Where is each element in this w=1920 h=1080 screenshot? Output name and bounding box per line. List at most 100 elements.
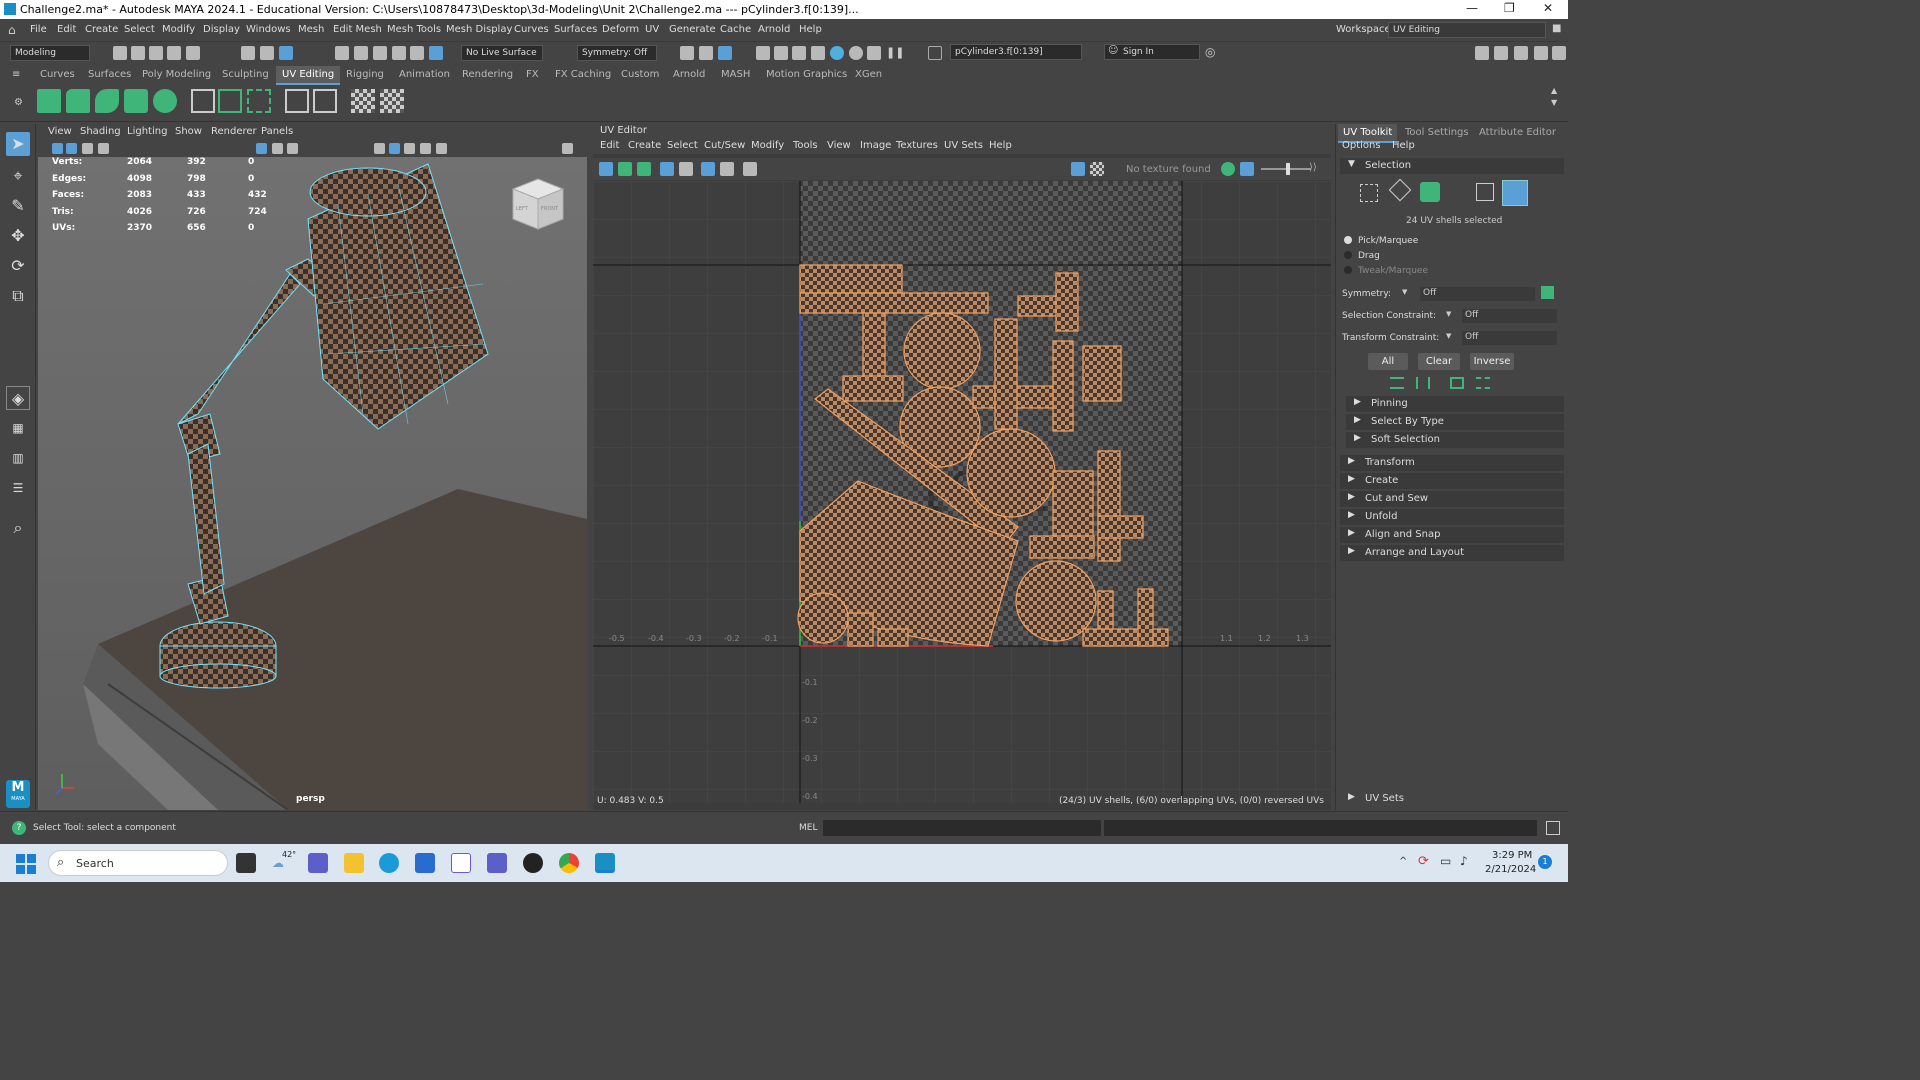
shelf-tab-fx[interactable]: FX bbox=[526, 69, 539, 80]
grid-toggle-icon[interactable] bbox=[256, 143, 267, 154]
uv-canvas[interactable]: 1001 bbox=[593, 181, 1331, 803]
shelf-tab-xgen[interactable]: XGen bbox=[855, 69, 882, 80]
live-surface-field[interactable]: No Live Surface bbox=[461, 45, 543, 61]
select-uv-icon[interactable] bbox=[1476, 183, 1494, 201]
uv-remove-isolate-icon[interactable] bbox=[637, 162, 651, 176]
shelf-tab-rendering[interactable]: Rendering bbox=[462, 69, 513, 80]
selection-constraint-value[interactable]: Off bbox=[1462, 309, 1557, 323]
menu-deform[interactable]: Deform bbox=[602, 24, 639, 35]
layout-uv-icon[interactable] bbox=[285, 89, 309, 113]
select-uv-shell-icon[interactable] bbox=[1360, 184, 1378, 202]
transform-constraint-value[interactable]: Off bbox=[1462, 331, 1557, 345]
minimize-button[interactable]: — bbox=[1466, 1, 1478, 15]
panel-menu-help[interactable]: Help bbox=[1392, 140, 1415, 151]
panel-menu-options[interactable]: Options bbox=[1342, 140, 1381, 151]
shelf-options-icon[interactable]: ⚙ bbox=[14, 97, 23, 108]
select-face-icon[interactable] bbox=[1420, 182, 1440, 202]
section-cut-and-sew[interactable]: ▶ Cut and Sew bbox=[1340, 491, 1564, 507]
shelf-tab-custom[interactable]: Custom bbox=[621, 69, 659, 80]
radio-pick-marquee[interactable] bbox=[1344, 236, 1352, 244]
unfold-icon[interactable] bbox=[247, 89, 271, 113]
maya-taskbar-icon[interactable] bbox=[595, 853, 615, 873]
lighting-icon[interactable] bbox=[436, 143, 447, 154]
tab-tool-settings[interactable]: Tool Settings bbox=[1405, 127, 1469, 138]
menu-cache[interactable]: Cache bbox=[720, 24, 751, 35]
menu-edit-mesh[interactable]: Edit Mesh bbox=[333, 24, 382, 35]
clock-time[interactable]: 3:29 PM bbox=[1492, 850, 1532, 861]
ipr-render-icon[interactable] bbox=[792, 46, 806, 60]
film-gate-icon[interactable] bbox=[272, 143, 283, 154]
select-shell-border-icon[interactable] bbox=[1476, 377, 1490, 389]
uv-layout[interactable]: 1001 bbox=[593, 181, 1331, 803]
menu-uv[interactable]: UV bbox=[645, 24, 659, 35]
shelf-tab-animation[interactable]: Animation bbox=[399, 69, 450, 80]
clock-date[interactable]: 2/21/2024 bbox=[1485, 864, 1536, 875]
workspace-layout-icon-2[interactable] bbox=[1494, 46, 1508, 60]
search-icon[interactable]: ⌕ bbox=[6, 516, 30, 540]
menu-display[interactable]: Display bbox=[203, 24, 240, 35]
optimize-icon[interactable] bbox=[313, 89, 337, 113]
shrink-selection-icon[interactable] bbox=[1416, 377, 1430, 389]
subsection-soft-selection[interactable]: ▶ Soft Selection bbox=[1346, 432, 1564, 448]
menu-windows[interactable]: Windows bbox=[246, 24, 291, 35]
new-scene-icon[interactable] bbox=[113, 46, 127, 60]
snap-surface-icon[interactable] bbox=[410, 46, 424, 60]
redo-icon[interactable] bbox=[186, 46, 200, 60]
task-view-icon[interactable] bbox=[236, 853, 256, 873]
section-uv-sets[interactable]: ▶ UV Sets bbox=[1340, 791, 1564, 807]
uv-menu-select[interactable]: Select bbox=[667, 140, 698, 151]
github-desktop-icon[interactable] bbox=[523, 853, 543, 873]
vp-menu-lighting[interactable]: Lighting bbox=[127, 126, 167, 137]
select-component-icon[interactable] bbox=[279, 46, 293, 60]
uv-menu-modify[interactable]: Modify bbox=[751, 140, 784, 151]
snap-point-icon[interactable] bbox=[373, 46, 387, 60]
help-online-icon[interactable]: ◎ bbox=[1205, 45, 1215, 59]
pause-icon[interactable]: ❚❚ bbox=[886, 46, 904, 60]
symmetry-pick-icon[interactable] bbox=[1541, 286, 1554, 299]
menu-mesh[interactable]: Mesh bbox=[298, 24, 324, 35]
four-view-layout-icon[interactable]: ▦ bbox=[6, 416, 30, 440]
uv-menu-image[interactable]: Image bbox=[860, 140, 891, 151]
close-button[interactable]: ✕ bbox=[1543, 1, 1553, 15]
section-create[interactable]: ▶ Create bbox=[1340, 473, 1564, 489]
uv-shaded-icon[interactable] bbox=[701, 162, 715, 176]
uv-menu-tools[interactable]: Tools bbox=[793, 140, 818, 151]
isolate-select-icon[interactable] bbox=[562, 143, 573, 154]
resolution-gate-icon[interactable] bbox=[287, 143, 298, 154]
menu-file[interactable]: File bbox=[30, 24, 47, 35]
perspective-viewport[interactable]: LEFT FRONT View Shading Lighting Show Re… bbox=[38, 124, 587, 810]
symmetry-dropdown[interactable]: Symmetry: Off bbox=[577, 45, 657, 61]
save-scene-icon[interactable] bbox=[149, 46, 163, 60]
subsection-pinning[interactable]: ▶ Pinning bbox=[1346, 396, 1564, 412]
lock-icon[interactable]: ■ bbox=[1552, 23, 1561, 34]
mode-dropdown[interactable]: Modeling bbox=[10, 45, 90, 61]
menu-edit[interactable]: Edit bbox=[57, 24, 76, 35]
symmetry-dropdown-arrow[interactable]: ▼ bbox=[1402, 288, 1407, 296]
grow-selection-icon[interactable] bbox=[1390, 377, 1404, 389]
menu-select[interactable]: Select bbox=[124, 24, 155, 35]
paint-select-tool-icon[interactable]: ✎ bbox=[6, 194, 30, 218]
shelf-scroll-down-icon[interactable]: ▼ bbox=[1551, 98, 1557, 107]
arnold-ipr-icon[interactable] bbox=[867, 46, 881, 60]
open-scene-icon[interactable] bbox=[131, 46, 145, 60]
file-explorer-icon[interactable] bbox=[344, 853, 364, 873]
display-icon[interactable]: ▭ bbox=[1440, 854, 1451, 868]
menu-arnold[interactable]: Arnold bbox=[758, 24, 790, 35]
home-icon[interactable]: ⌂ bbox=[8, 23, 16, 37]
shelf-tab-mash[interactable]: MASH bbox=[721, 69, 750, 80]
store-icon[interactable] bbox=[415, 853, 435, 873]
windows-start-icon[interactable] bbox=[16, 854, 36, 874]
select-border-icon[interactable] bbox=[1450, 377, 1464, 389]
render-view-icon[interactable] bbox=[756, 46, 770, 60]
symmetry-value[interactable]: Off bbox=[1420, 287, 1535, 301]
script-editor-icon[interactable] bbox=[1546, 821, 1560, 835]
select-all-button[interactable]: All bbox=[1368, 353, 1408, 370]
snap-live-icon[interactable] bbox=[429, 46, 443, 60]
shelf-tab-sculpting[interactable]: Sculpting bbox=[222, 69, 269, 80]
sync-icon[interactable]: ⟳ bbox=[1418, 854, 1429, 869]
vp-menu-panels[interactable]: Panels bbox=[261, 126, 293, 137]
uv-add-isolate-icon[interactable] bbox=[618, 162, 632, 176]
workspace-dropdown[interactable]: UV Editing bbox=[1388, 22, 1546, 38]
checker-map-icon[interactable] bbox=[351, 89, 375, 113]
uv-frame-icon[interactable]: ⟩⟩ bbox=[1309, 162, 1317, 173]
